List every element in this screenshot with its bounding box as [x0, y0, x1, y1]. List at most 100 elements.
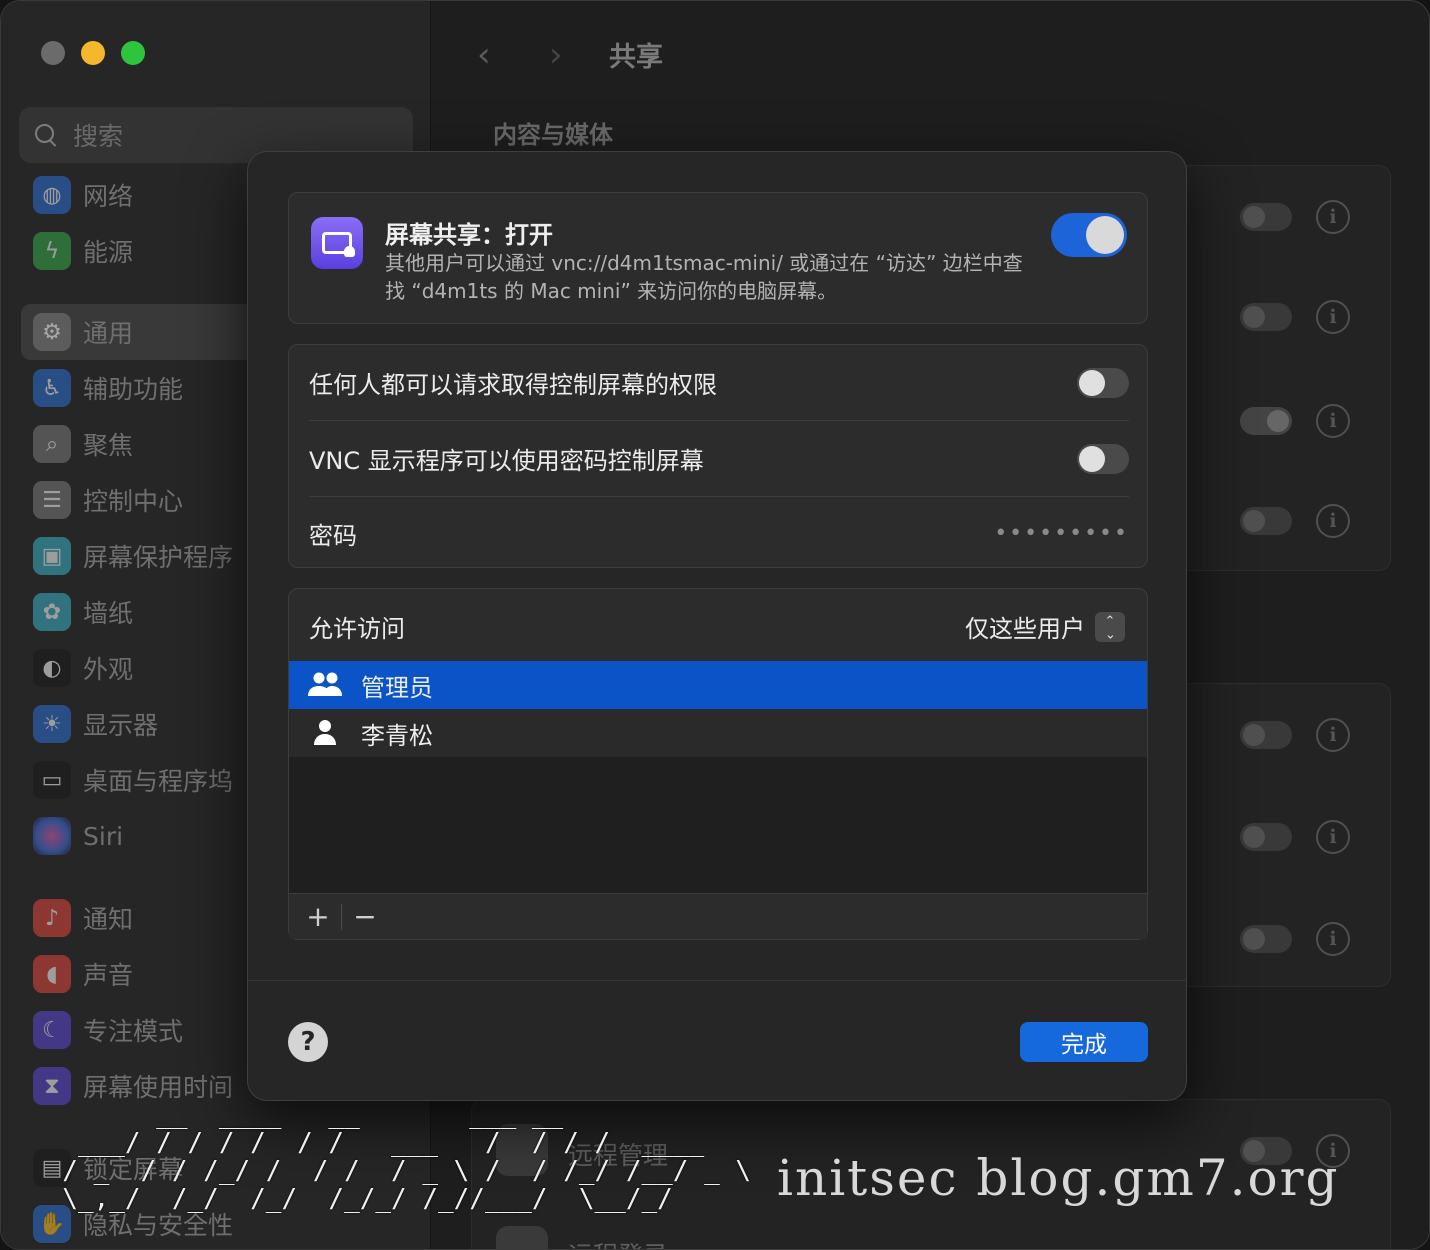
watermark-logo: __ ____ __ ___ __ ___/ / / / / / / ___ /…	[62, 1100, 752, 1214]
sidebar-item-label: 专注模式	[83, 1017, 184, 1046]
moon-icon: ☾	[33, 1011, 71, 1049]
vnc-password-label: VNC 显示程序可以使用密码控制屏幕	[309, 447, 704, 475]
zoom-window-button[interactable]	[121, 41, 145, 65]
allow-access-label: 允许访问	[309, 615, 405, 643]
search-icon	[33, 122, 59, 148]
divider	[341, 903, 342, 930]
bolt-icon: ϟ	[33, 232, 71, 270]
watermark-text: initsec blog.gm7.org	[777, 1149, 1340, 1207]
remote-login-label: 远程登录	[568, 1236, 668, 1249]
sidebar-item-label: 辅助功能	[83, 375, 184, 404]
remove-user-button[interactable]: −	[348, 900, 382, 933]
toggle[interactable]	[1240, 203, 1292, 231]
password-label: 密码	[309, 521, 357, 550]
group-icon	[307, 670, 343, 700]
list-footer: + −	[289, 893, 1147, 939]
sidebar-item-label: Siri	[83, 821, 124, 851]
info-icon[interactable]: i	[1316, 718, 1350, 752]
list-item-admins[interactable]: 管理员	[289, 661, 1147, 709]
allow-access-popup[interactable]: 仅这些用户 ⌃ ⌃	[965, 609, 1125, 644]
sidebar-item-label: 能源	[83, 238, 134, 267]
info-icon[interactable]: i	[1316, 200, 1350, 234]
background-row: i	[1240, 404, 1350, 438]
password-row: 密码 •••••••••	[309, 495, 1129, 571]
info-icon[interactable]: i	[1316, 922, 1350, 956]
screen-sharing-card: 屏幕共享：打开 其他用户可以通过 vnc://d4m1tsmac-mini/ 或…	[288, 192, 1148, 324]
background-row: i	[1240, 718, 1350, 752]
screen-sharing-description: 其他用户可以通过 vnc://d4m1tsmac-mini/ 或通过在 “访达”…	[385, 251, 1023, 303]
password-field[interactable]: •••••••••	[994, 521, 1129, 546]
toggle[interactable]	[1240, 507, 1292, 535]
toggle[interactable]	[1240, 721, 1292, 749]
sun-icon: ☀	[33, 705, 71, 743]
forward-button[interactable]: ›	[549, 35, 563, 75]
anyone-request-row: 任何人都可以请求取得控制屏幕的权限	[309, 345, 1129, 421]
done-button[interactable]: 完成	[1020, 1022, 1148, 1062]
sidebar-item-label: 屏幕保护程序	[83, 543, 234, 572]
info-icon[interactable]: i	[1316, 404, 1350, 438]
window-controls	[41, 41, 145, 65]
switches-icon: ☰	[33, 481, 71, 519]
sidebar-item-label: 通用	[83, 319, 134, 348]
sidebar-item-label: 控制中心	[83, 487, 184, 516]
minimize-window-button[interactable]	[81, 41, 105, 65]
background-row: i	[1240, 820, 1350, 854]
remote-login-icon	[496, 1226, 548, 1249]
toggle[interactable]	[1240, 823, 1292, 851]
divider	[248, 980, 1186, 981]
access-card: 允许访问 仅这些用户 ⌃ ⌃ 管理员 李青松 + −	[288, 588, 1148, 940]
globe-icon: ◍	[33, 176, 71, 214]
toggle[interactable]	[1240, 303, 1292, 331]
sidebar-item-label: 墙纸	[83, 599, 134, 628]
settings-window: 搜索 ◍ 网络 ϟ 能源 ⚙ 通用 ♿ 辅助功能 ⌕ 聚焦 ☰ 控制中心 ▣ 屏…	[0, 0, 1430, 1250]
sidebar-item-label: 通知	[83, 905, 134, 934]
sidebar-item-label: 聚焦	[83, 431, 134, 460]
back-button[interactable]: ‹	[477, 35, 491, 75]
anyone-request-toggle[interactable]	[1077, 367, 1129, 398]
options-card: 任何人都可以请求取得控制屏幕的权限 VNC 显示程序可以使用密码控制屏幕 密码 …	[288, 344, 1148, 568]
background-row: i	[1240, 300, 1350, 334]
list-item-user[interactable]: 李青松	[289, 709, 1147, 757]
sidebar-item-label: 桌面与程序坞	[83, 767, 234, 796]
allow-access-value: 仅这些用户	[965, 615, 1085, 643]
section-title: 内容与媒体	[493, 121, 613, 149]
user-name: 李青松	[361, 721, 433, 750]
user-name: 管理员	[361, 673, 433, 702]
anyone-request-label: 任何人都可以请求取得控制屏幕的权限	[309, 371, 717, 399]
info-icon[interactable]: i	[1316, 300, 1350, 334]
dock-icon: ▭	[33, 761, 71, 799]
magnifier-icon: ⌕	[33, 425, 71, 463]
bell-icon: ♪	[33, 899, 71, 937]
user-list: 管理员 李青松	[289, 661, 1147, 893]
sidebar-item-label: 外观	[83, 655, 134, 684]
flower-icon: ✿	[33, 593, 71, 631]
sidebar-item-label: 显示器	[83, 711, 159, 740]
screen-sharing-title: 屏幕共享：打开	[385, 221, 553, 249]
sidebar-item-label: 声音	[83, 961, 134, 990]
siri-icon	[33, 817, 71, 855]
accessibility-icon: ♿	[33, 369, 71, 407]
sidebar-item-label: 网络	[83, 182, 134, 211]
background-row: i	[1240, 504, 1350, 538]
sidebar-item-label: 屏幕使用时间	[83, 1073, 234, 1102]
screen-sharing-icon	[311, 217, 363, 269]
gear-icon: ⚙	[33, 313, 71, 351]
toggle[interactable]	[1240, 925, 1292, 953]
appearance-icon: ◐	[33, 649, 71, 687]
screen-sharing-sheet: 屏幕共享：打开 其他用户可以通过 vnc://d4m1tsmac-mini/ 或…	[247, 151, 1187, 1101]
toggle[interactable]	[1240, 407, 1292, 435]
person-icon	[307, 718, 343, 748]
page-title: 共享	[609, 42, 663, 73]
background-row: i	[1240, 922, 1350, 956]
screensaver-icon: ▣	[33, 537, 71, 575]
info-icon[interactable]: i	[1316, 504, 1350, 538]
add-user-button[interactable]: +	[301, 900, 335, 933]
background-row: i	[1240, 200, 1350, 234]
close-window-button[interactable]	[41, 41, 65, 65]
help-button[interactable]: ?	[288, 1022, 328, 1062]
chevron-updown-icon: ⌃ ⌃	[1095, 611, 1125, 642]
screen-sharing-toggle[interactable]	[1051, 213, 1127, 257]
vnc-password-toggle[interactable]	[1077, 443, 1129, 474]
search-placeholder: 搜索	[73, 122, 124, 151]
info-icon[interactable]: i	[1316, 820, 1350, 854]
